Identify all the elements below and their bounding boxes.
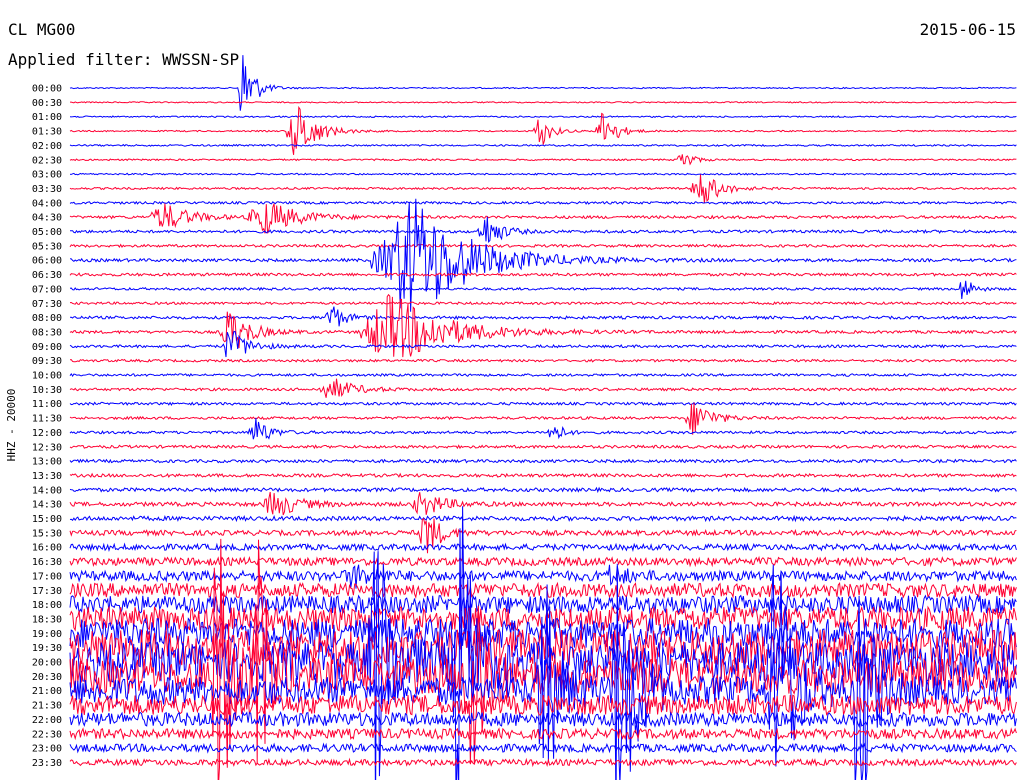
trace-row-28 xyxy=(69,486,1017,494)
tick-label-40: 20:00 xyxy=(32,658,62,669)
helicorder-chart: 00:00 00:30 01:00 01:30 02:00 02:30 03:00 03:30… xyxy=(5,55,1017,780)
trace-row-31 xyxy=(69,517,1017,554)
tick-label-45: 22:30 xyxy=(32,729,62,740)
tick-labels-group: 00:00 00:30 01:00 01:30 02:00 02:30 03:00 03:30… xyxy=(32,84,62,769)
tick-label-47: 23:30 xyxy=(32,758,62,769)
trace-row-21 xyxy=(69,378,1017,398)
tick-label-42: 21:00 xyxy=(32,686,62,697)
trace-row-14 xyxy=(69,280,1017,300)
tick-label-1: 00:30 xyxy=(32,98,62,109)
trace-row-3 xyxy=(69,105,1017,155)
tick-label-4: 02:00 xyxy=(32,141,62,152)
trace-row-22 xyxy=(69,401,1017,407)
tick-label-21: 10:30 xyxy=(32,385,62,396)
tick-label-30: 15:00 xyxy=(32,514,62,525)
tick-label-6: 03:00 xyxy=(32,170,62,181)
trace-group xyxy=(69,55,1017,780)
tick-label-7: 03:30 xyxy=(32,184,62,195)
tick-label-8: 04:00 xyxy=(32,198,62,209)
trace-row-26 xyxy=(69,458,1017,464)
tick-label-38: 19:00 xyxy=(32,629,62,640)
tick-label-26: 13:00 xyxy=(32,457,62,468)
trace-row-27 xyxy=(69,472,1017,479)
trace-row-23 xyxy=(69,402,1017,435)
trace-row-2 xyxy=(69,115,1017,119)
trace-row-4 xyxy=(69,143,1017,147)
tick-label-27: 13:30 xyxy=(32,471,62,482)
tick-label-29: 14:30 xyxy=(32,500,62,511)
trace-row-1 xyxy=(70,101,1017,104)
tick-label-24: 12:00 xyxy=(32,428,62,439)
tick-label-22: 11:00 xyxy=(32,399,62,410)
trace-row-30 xyxy=(69,514,1017,523)
trace-row-35 xyxy=(69,581,1017,600)
tick-label-41: 20:30 xyxy=(32,672,62,683)
trace-row-20 xyxy=(69,372,1017,378)
tick-label-19: 09:30 xyxy=(32,356,62,367)
tick-label-43: 21:30 xyxy=(32,701,62,712)
tick-label-20: 10:00 xyxy=(32,371,62,382)
tick-label-0: 00:00 xyxy=(32,84,62,95)
tick-label-35: 17:30 xyxy=(32,586,62,597)
tick-label-31: 15:30 xyxy=(32,528,62,539)
trace-row-16 xyxy=(69,306,1017,327)
trace-row-33 xyxy=(69,555,1017,568)
trace-row-8 xyxy=(69,200,1017,205)
tick-label-2: 01:00 xyxy=(32,112,62,123)
tick-label-3: 01:30 xyxy=(32,127,62,138)
trace-row-11 xyxy=(69,243,1017,249)
tick-label-39: 19:30 xyxy=(32,643,62,654)
trace-row-32 xyxy=(69,542,1017,553)
tick-label-36: 18:00 xyxy=(32,600,62,611)
tick-label-5: 02:30 xyxy=(32,155,62,166)
trace-row-7 xyxy=(69,174,1017,204)
tick-label-28: 14:00 xyxy=(32,485,62,496)
tick-label-17: 08:30 xyxy=(32,327,62,338)
trace-row-10 xyxy=(70,216,1017,243)
channel-label: HHZ - 20000 xyxy=(5,389,18,462)
tick-label-14: 07:00 xyxy=(32,284,62,295)
trace-row-25 xyxy=(69,444,1017,450)
trace-row-47 xyxy=(69,757,1017,768)
tick-label-9: 04:30 xyxy=(32,213,62,224)
trace-row-5 xyxy=(69,154,1017,166)
tick-label-13: 06:30 xyxy=(32,270,62,281)
tick-label-12: 06:00 xyxy=(32,256,62,267)
tick-label-18: 09:00 xyxy=(32,342,62,353)
tick-label-46: 23:00 xyxy=(32,744,62,755)
trace-row-19 xyxy=(69,358,1017,363)
trace-row-29 xyxy=(69,491,1017,516)
tick-label-10: 05:00 xyxy=(32,227,62,238)
tick-label-16: 08:00 xyxy=(32,313,62,324)
trace-row-6 xyxy=(69,172,1017,176)
tick-label-11: 05:30 xyxy=(32,241,62,252)
trace-row-24 xyxy=(69,417,1017,440)
tick-label-34: 17:00 xyxy=(32,571,62,582)
tick-label-23: 11:30 xyxy=(32,414,62,425)
tick-label-33: 16:30 xyxy=(32,557,62,568)
tick-label-32: 16:00 xyxy=(32,543,62,554)
trace-row-15 xyxy=(69,301,1017,306)
trace-row-9 xyxy=(69,203,1017,234)
tick-label-25: 12:30 xyxy=(32,442,62,453)
trace-row-13 xyxy=(69,272,1017,277)
trace-row-18 xyxy=(69,330,1017,358)
tick-label-37: 18:30 xyxy=(32,614,62,625)
tick-label-15: 07:30 xyxy=(32,299,62,310)
tick-label-44: 22:00 xyxy=(32,715,62,726)
